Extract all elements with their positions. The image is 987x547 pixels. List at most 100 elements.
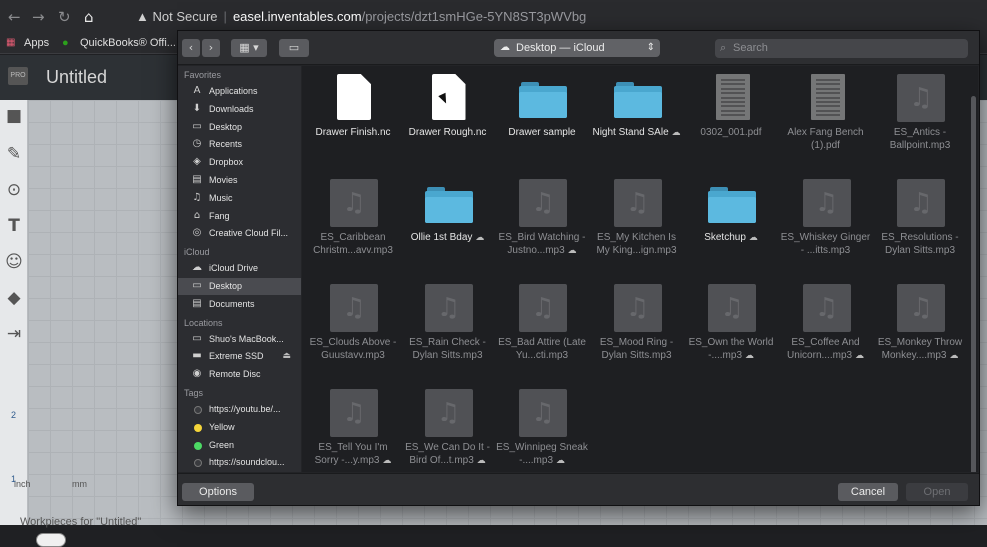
sidebar-tag-https-youtu-be[interactable]: https://youtu.be/... xyxy=(178,401,301,418)
workpieces-label[interactable]: Workpieces for "Untitled" xyxy=(20,516,141,528)
file-item[interactable]: ♫ ES_Bird Watching - Justno...mp3 ☁ xyxy=(495,173,589,273)
file-name: ES_My Kitchen Is My King...ign.mp3 xyxy=(590,231,684,257)
sidebar-item-desktop[interactable]: ▭ Desktop xyxy=(178,278,301,295)
downloads-icon: ⬇ xyxy=(192,102,202,114)
pen-icon[interactable]: ✎ xyxy=(4,144,24,164)
sidebar-heading-icloud: iCloud xyxy=(184,247,210,258)
file-item[interactable]: Sketchup ☁ xyxy=(684,173,778,273)
audio-file-icon: ♫ xyxy=(708,284,756,332)
import-icon[interactable]: ⇥ xyxy=(4,324,24,344)
forward-icon[interactable]: → xyxy=(32,8,45,26)
sidebar-item-desktop[interactable]: ▭ Desktop xyxy=(178,119,301,136)
location-dropdown[interactable]: ☁ Desktop — iCloud ⇕ xyxy=(494,39,660,57)
new-folder-button[interactable]: ▭ xyxy=(279,39,309,57)
file-name: Sketchup ☁ xyxy=(684,231,778,245)
folder-icon xyxy=(708,179,756,227)
sidebar-item-creative-cloud-fil[interactable]: ◎ Creative Cloud Fil... xyxy=(178,225,301,242)
file-item[interactable]: ♫ ES_Coffee And Unicorn....mp3 ☁ xyxy=(779,278,873,378)
creative-cloud-icon: ◎ xyxy=(192,227,202,239)
bookmark-apps[interactable]: Apps xyxy=(24,37,49,49)
file-item[interactable]: ♫ ES_Winnipeg Sneak -....mp3 ☁ xyxy=(495,383,589,472)
file-item[interactable]: Night Stand SAle ☁ xyxy=(590,68,684,168)
sidebar-item-recents[interactable]: ◷ Recents xyxy=(178,136,301,153)
file-item[interactable]: ♫ ES_Antics - Ballpoint.mp3 xyxy=(873,68,967,168)
sidebar-tag-green[interactable]: Green xyxy=(178,437,301,454)
icloud-download-icon: ☁ xyxy=(668,128,681,138)
sidebar-item-shuo-s-macbook[interactable]: ▭ Shuo's MacBook... xyxy=(178,331,301,348)
project-title[interactable]: Untitled xyxy=(46,67,107,88)
open-button[interactable]: Open xyxy=(906,483,968,501)
eject-icon[interactable]: ⏏ xyxy=(282,350,291,361)
sidebar-item-remote-disc[interactable]: ◉ Remote Disc xyxy=(178,366,301,383)
point-icon[interactable]: ⊙ xyxy=(4,180,24,200)
bookmark-quickbooks[interactable]: QuickBooks® Offi... xyxy=(80,37,176,49)
folder-icon xyxy=(519,74,567,122)
sidebar-tag-yellow[interactable]: Yellow xyxy=(178,419,301,436)
options-button[interactable]: Options xyxy=(182,483,254,501)
laptop-icon: ▭ xyxy=(192,332,202,344)
file-item[interactable]: ♫ ES_Mood Ring - Dylan Sitts.mp3 xyxy=(590,278,684,378)
dialog-toolbar: ‹ › ▦ ▾ ▭ ☁ Desktop — iCloud ⇕ ⌕ Search xyxy=(178,31,979,65)
sidebar-item-label: Music xyxy=(209,192,233,203)
text-icon[interactable]: T xyxy=(4,216,24,236)
cancel-button[interactable]: Cancel xyxy=(838,483,898,501)
home-icon[interactable]: ⌂ xyxy=(84,8,94,26)
3d-box-icon[interactable]: ◆ xyxy=(4,288,24,308)
file-item[interactable]: ♫ ES_Caribbean Christm...avv.mp3 xyxy=(306,173,400,273)
view-mode-button[interactable]: ▦ ▾ xyxy=(231,39,267,57)
sidebar-tag-https-soundclou[interactable]: https://soundclou... xyxy=(178,454,301,471)
scrollbar[interactable] xyxy=(971,96,976,472)
pdf-icon xyxy=(803,74,851,122)
sidebar-item-music[interactable]: ♫ Music xyxy=(178,190,301,207)
sidebar-item-extreme-ssd[interactable]: ▬ Extreme SSD ⏏ xyxy=(178,348,301,365)
music-icon: ♫ xyxy=(192,191,202,203)
back-button[interactable]: ‹ xyxy=(182,39,200,57)
icloud-download-icon: ☁ xyxy=(745,233,758,243)
file-item[interactable]: Alex Fang Bench (1).pdf xyxy=(779,68,873,168)
movies-icon: ▤ xyxy=(192,174,202,185)
unit-toggle[interactable] xyxy=(36,533,66,547)
file-item[interactable]: ♫ ES_Tell You I'm Sorry -...y.mp3 ☁ xyxy=(306,383,400,472)
file-name-text: ES_Tell You I'm Sorry -...y.mp3 xyxy=(314,442,388,466)
file-item[interactable]: Drawer sample xyxy=(495,68,589,168)
recents-icon: ◷ xyxy=(192,138,202,150)
file-item[interactable]: 0302_001.pdf xyxy=(684,68,778,168)
icloud-download-icon: ☁ xyxy=(472,233,485,243)
icloud-download-icon: ☁ xyxy=(379,456,392,466)
sidebar-item-documents[interactable]: ▤ Documents xyxy=(178,296,301,313)
file-item[interactable]: ♫ ES_Clouds Above - Guustavv.mp3 xyxy=(306,278,400,378)
file-item[interactable]: ♫ ES_Bad Attire (Late Yu...cti.mp3 xyxy=(495,278,589,378)
sidebar-item-label: Applications xyxy=(209,86,258,96)
file-item[interactable]: ♫ ES_Rain Check - Dylan Sitts.mp3 xyxy=(401,278,495,378)
file-item[interactable]: ♫ ES_Monkey Throw Monkey....mp3 ☁ xyxy=(873,278,967,378)
file-name: Drawer sample xyxy=(495,126,589,139)
file-item[interactable]: ♫ ES_My Kitchen Is My King...ign.mp3 xyxy=(590,173,684,273)
shapes-icon[interactable]: ■ xyxy=(4,106,24,126)
file-open-dialog: ‹ › ▦ ▾ ▭ ☁ Desktop — iCloud ⇕ ⌕ Search … xyxy=(177,30,980,506)
file-name-text: Drawer sample xyxy=(508,127,576,138)
disc-icon: ◉ xyxy=(192,368,202,380)
sidebar-item-icloud-drive[interactable]: ☁ iCloud Drive xyxy=(178,260,301,277)
back-icon[interactable]: ← xyxy=(8,8,21,26)
file-name-text: 0302_001.pdf xyxy=(700,127,762,138)
sidebar-item-downloads[interactable]: ⬇ Downloads xyxy=(178,101,301,118)
file-item[interactable]: Drawer Rough.nc xyxy=(401,68,495,168)
file-name-text: Drawer Rough.nc xyxy=(408,127,487,138)
file-item[interactable]: ♫ ES_Own the World -....mp3 ☁ xyxy=(684,278,778,378)
emoji-icon[interactable]: ☺ xyxy=(4,252,24,272)
file-item[interactable]: ♫ ES_We Can Do It - Bird Of...t.mp3 ☁ xyxy=(401,383,495,472)
file-item[interactable]: ♫ ES_Whiskey Ginger - ...itts.mp3 xyxy=(779,173,873,273)
search-input[interactable]: ⌕ Search xyxy=(715,39,968,58)
address-bar[interactable]: ▲ Not Secure | easel.inventables.com/proje… xyxy=(136,9,586,24)
file-item[interactable]: ♫ ES_Resolutions - Dylan Sitts.mp3 xyxy=(873,173,967,273)
sidebar-item-movies[interactable]: ▤ Movies xyxy=(178,172,301,189)
sidebar-item-fang[interactable]: ⌂ Fang xyxy=(178,208,301,225)
updown-chevron-icon: ⇕ xyxy=(646,42,655,53)
reload-icon[interactable]: ↻ xyxy=(58,8,71,26)
file-item[interactable]: Ollie 1st Bday ☁ xyxy=(401,173,495,273)
file-name-text: Sketchup xyxy=(704,232,746,243)
forward-button[interactable]: › xyxy=(202,39,220,57)
sidebar-item-dropbox[interactable]: ◈ Dropbox xyxy=(178,154,301,171)
file-item[interactable]: Drawer Finish.nc xyxy=(306,68,400,168)
sidebar-item-applications[interactable]: A Applications xyxy=(178,83,301,100)
